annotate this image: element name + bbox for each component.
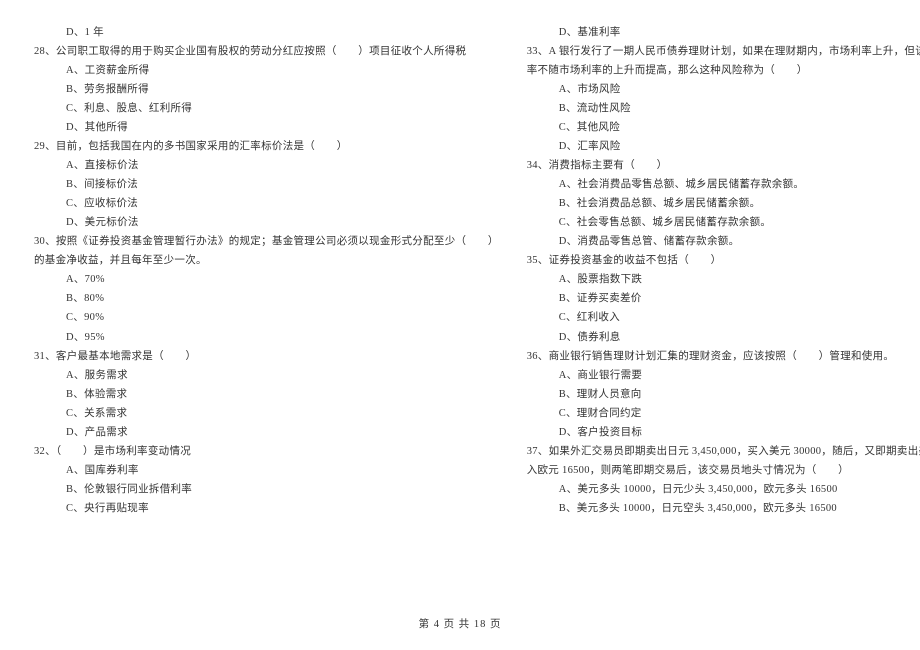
question-option: D、产品需求 — [34, 424, 499, 442]
question-option: B、流动性风险 — [527, 100, 920, 118]
question-option: B、间接标价法 — [34, 176, 499, 194]
column-right: D、基准利率33、A 银行发行了一期人民币债券理财计划，如果在理财期内，市场利率… — [527, 24, 920, 610]
question-stem: 34、消费指标主要有（ ） — [527, 157, 920, 175]
pager-total: 18 — [474, 619, 487, 630]
question-stem: 31、客户最基本地需求是（ ） — [34, 348, 499, 366]
question-option: A、社会消费品零售总额、城乡居民储蓄存款余额。 — [527, 176, 920, 194]
question-option: D、基准利率 — [527, 24, 920, 42]
question-option: D、美元标价法 — [34, 214, 499, 232]
pager-suffix: 页 — [486, 619, 501, 630]
question-option: A、工资薪金所得 — [34, 62, 499, 80]
question-option: B、证券买卖差价 — [527, 290, 920, 308]
question-option: D、客户投资目标 — [527, 424, 920, 442]
question-option: A、国库券利率 — [34, 462, 499, 480]
question-option: C、理财合同约定 — [527, 405, 920, 423]
question-stem: 32、（ ）是市场利率变动情况 — [34, 443, 499, 461]
question-option: B、80% — [34, 290, 499, 308]
question-option: C、红利收入 — [527, 309, 920, 327]
question-option: C、利息、股息、红利所得 — [34, 100, 499, 118]
question-stem: 36、商业银行销售理财计划汇集的理财资金，应该按照（ ）管理和使用。 — [527, 348, 920, 366]
question-stem: 33、A 银行发行了一期人民币债券理财计划，如果在理财期内，市场利率上升，但该产… — [527, 43, 920, 61]
question-option: A、70% — [34, 271, 499, 289]
question-option: D、债券利息 — [527, 329, 920, 347]
question-option: B、理财人员意向 — [527, 386, 920, 404]
question-option: B、美元多头 10000，日元空头 3,450,000，欧元多头 16500 — [527, 500, 920, 518]
question-option: B、劳务报酬所得 — [34, 81, 499, 99]
question-option: C、其他风险 — [527, 119, 920, 137]
question-option: D、1 年 — [34, 24, 499, 42]
question-stem: 率不随市场利率的上升而提高，那么这种风险称为（ ） — [527, 62, 920, 80]
question-stem: 28、公司职工取得的用于购买企业国有股权的劳动分红应按照（ ）项目征收个人所得税 — [34, 43, 499, 61]
question-option: C、应收标价法 — [34, 195, 499, 213]
column-left: D、1 年28、公司职工取得的用于购买企业国有股权的劳动分红应按照（ ）项目征收… — [34, 24, 499, 610]
question-option: A、美元多头 10000，日元少头 3,450,000，欧元多头 16500 — [527, 481, 920, 499]
question-option: A、股票指数下跌 — [527, 271, 920, 289]
question-option: A、市场风险 — [527, 81, 920, 99]
question-option: B、伦敦银行同业拆借利率 — [34, 481, 499, 499]
pager-mid: 页 共 — [440, 619, 474, 630]
question-option: B、体验需求 — [34, 386, 499, 404]
question-option: B、社会消费品总额、城乡居民储蓄余额。 — [527, 195, 920, 213]
question-option: D、汇率风险 — [527, 138, 920, 156]
question-stem: 入欧元 16500，则两笔即期交易后，该交易员地头寸情况为（ ） — [527, 462, 920, 480]
question-stem: 30、按照《证券投资基金管理暂行办法》的规定；基金管理公司必须以现金形式分配至少… — [34, 233, 499, 251]
question-option: A、直接标价法 — [34, 157, 499, 175]
question-stem: 29、目前，包括我国在内的多书国家采用的汇率标价法是（ ） — [34, 138, 499, 156]
page-content: D、1 年28、公司职工取得的用于购买企业国有股权的劳动分红应按照（ ）项目征收… — [0, 0, 920, 610]
question-option: C、关系需求 — [34, 405, 499, 423]
question-option: A、商业银行需要 — [527, 367, 920, 385]
question-stem: 35、证券投资基金的收益不包括（ ） — [527, 252, 920, 270]
question-stem: 37、如果外汇交易员即期卖出日元 3,450,000，买入美元 30000，随后… — [527, 443, 920, 461]
question-option: A、服务需求 — [34, 367, 499, 385]
question-option: C、90% — [34, 309, 499, 327]
pager-prefix: 第 — [419, 619, 434, 630]
question-option: D、其他所得 — [34, 119, 499, 137]
question-option: C、社会零售总额、城乡居民储蓄存款余额。 — [527, 214, 920, 232]
page-footer: 第 4 页 共 18 页 — [0, 616, 920, 634]
question-option: C、央行再贴现率 — [34, 500, 499, 518]
question-option: D、95% — [34, 329, 499, 347]
question-stem: 的基金净收益，并且每年至少一次。 — [34, 252, 499, 270]
question-option: D、消费品零售总管、储蓄存款余额。 — [527, 233, 920, 251]
